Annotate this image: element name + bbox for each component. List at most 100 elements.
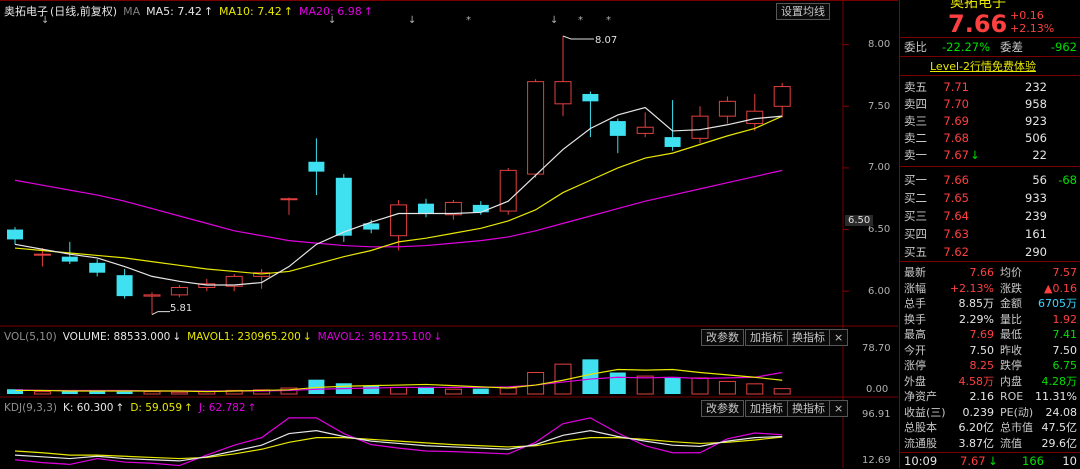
candle-body (33, 253, 51, 256)
buy-level-change: -68 (1058, 173, 1077, 187)
buy-level-row[interactable]: 买三 7.64 239 (900, 208, 1080, 224)
sell-level-row[interactable]: 卖三 7.69 923 (900, 113, 1080, 129)
stat-value: 4.28万 (1041, 374, 1078, 388)
tick-row: 10:09 7.67 ↓ 166 10 (900, 453, 1080, 469)
kdj-title: KDJ(9,3,3) (4, 402, 57, 414)
kdj-axis-bottom: 12.69 (862, 455, 891, 466)
stat-label: 换手 (904, 312, 926, 326)
event-marker[interactable]: * (578, 15, 583, 26)
event-marker[interactable]: * (606, 15, 611, 26)
sell-level-price: 7.69 (943, 114, 969, 128)
buy-level-price: 7.62 (943, 245, 969, 259)
vol-params-button[interactable]: 改参数 (701, 329, 744, 346)
sell-level-row[interactable]: 卖一 7.67 22 ↓ (900, 147, 1080, 163)
candle-body (609, 121, 626, 136)
stat-value: 7.50 (969, 343, 995, 357)
sell1-arrow: ↓ (970, 148, 980, 162)
period-label: (日线,前复权) (50, 5, 118, 18)
weibi-row: 委比 -22.27% 委差 -962 (900, 39, 1080, 55)
kdj-panel-header: KDJ(9,3,3) K: 60.300 ↑ D: 59.059 ↑ J: 62.782 ↑ (4, 401, 262, 415)
kdj-params-button[interactable]: 改参数 (701, 400, 744, 417)
stat-row: 涨停 8.25 跌停 6.75 (900, 358, 1080, 374)
buy-level-volume: 56 (1032, 173, 1047, 187)
event-marker[interactable]: * (466, 15, 471, 26)
kdj-j-arrow: ↑ (247, 402, 257, 414)
sell-level-row[interactable]: 卖四 7.70 958 (900, 96, 1080, 112)
stat-label: 收益(三) (904, 405, 946, 419)
vol-switch-indicator-button[interactable]: 换指标 (787, 329, 830, 346)
chart-canvas[interactable] (0, 0, 899, 468)
stat-row: 外盘 4.58万 内盘 4.28万 (900, 374, 1080, 390)
kdj-close-button[interactable]: × (829, 400, 849, 417)
kdj-d: D: 59.059 (130, 402, 183, 414)
stat-row: 净资产 2.16 ROE 11.31% (900, 389, 1080, 405)
stat-label: 最低 (1000, 328, 1022, 341)
event-marker[interactable]: ↓ (408, 15, 416, 26)
sell-level-price: 7.70 (943, 97, 969, 111)
sell-level-volume: 232 (1025, 80, 1047, 94)
volume-bar (664, 377, 681, 394)
stat-row: 换手 2.29% 量比 1.92 (900, 312, 1080, 328)
stat-label: 金额 (1000, 297, 1022, 310)
sell-level-row[interactable]: 卖五 7.71 232 (900, 79, 1080, 95)
candle-body (554, 81, 572, 105)
sell-level-price: 7.68 (943, 131, 969, 145)
volume-bar (718, 380, 736, 395)
vol-close-button[interactable]: × (829, 329, 849, 346)
stat-value: 7.69 (969, 328, 995, 341)
candle-body (7, 229, 23, 240)
buy-level-label: 买三 (904, 209, 927, 223)
vol-axis-bottom: 0.00 (866, 384, 889, 395)
sell-level-volume: 958 (1025, 97, 1047, 111)
vol-add-indicator-button[interactable]: 加指标 (745, 329, 788, 346)
stat-value: 8.85万 (958, 297, 995, 310)
event-marker[interactable]: ↓ (41, 15, 49, 26)
volume-bar (33, 391, 51, 395)
stat-value: 11.31% (1035, 390, 1077, 403)
weibi-label: 委比 (904, 40, 927, 54)
buy-level-row[interactable]: 买一 7.66 56 -68 (900, 172, 1080, 188)
level2-link[interactable]: Level-2行情免费体验 (930, 58, 1036, 74)
buy-level-price: 7.66 (943, 173, 969, 187)
volume-bar (472, 388, 489, 394)
quote-change: +0.16 (1010, 9, 1044, 22)
ma-label: MA (123, 5, 141, 18)
buy-level-row[interactable]: 买四 7.63 161 (900, 226, 1080, 242)
buy-level-volume: 161 (1025, 227, 1047, 241)
volume-panel-header: VOL(5,10) VOLUME: 88533.000 ↓ MAVOL1: 23096… (4, 330, 448, 344)
buy-level-row[interactable]: 买五 7.62 290 (900, 244, 1080, 260)
event-marker[interactable]: ↓ (550, 15, 558, 26)
stat-value: 1.92 (1052, 312, 1078, 326)
stat-label: 涨幅 (904, 281, 926, 295)
kdj-add-indicator-button[interactable]: 加指标 (745, 400, 788, 417)
stat-value: 24.08 (1045, 405, 1078, 419)
sell-level-label: 卖四 (904, 97, 927, 111)
stat-value: 0.239 (962, 405, 995, 419)
main-chart-header: 奥拓电子 (日线,前复权) MA MA5: 7.42 ↑ MA10: 7.42 ↑ MA20:… (4, 3, 379, 19)
kdj-switch-indicator-button[interactable]: 换指标 (787, 400, 830, 417)
stat-value: 7.57 (1052, 266, 1078, 279)
buy-level-volume: 290 (1025, 245, 1047, 259)
sell-level-row[interactable]: 卖二 7.68 506 (900, 130, 1080, 146)
candle-body (280, 198, 298, 201)
buy-level-volume: 933 (1025, 191, 1047, 205)
stat-value: 7.66 (969, 266, 995, 279)
sell-level-label: 卖五 (904, 80, 927, 94)
stat-label: ROE (1000, 390, 1024, 403)
price-tick: 7.00 (868, 162, 891, 173)
settings-ma-button[interactable]: 设置均线 (776, 3, 830, 20)
buy-level-row[interactable]: 买二 7.65 933 (900, 190, 1080, 206)
vol-mavol2: MAVOL2: 361215.100 (317, 331, 432, 343)
stat-label: 流通股 (904, 436, 937, 450)
stat-label: 外盘 (904, 374, 926, 388)
sell-level-volume: 923 (1025, 114, 1047, 128)
event-marker[interactable]: ↓ (328, 15, 336, 26)
stat-label: 今开 (904, 343, 926, 357)
stat-row: 总股本 6.20亿 总市值 47.5亿 (900, 420, 1080, 436)
ma5-value: MA5: 7.42 (146, 5, 202, 18)
price-tick: 7.50 (868, 101, 891, 112)
stat-label: 涨停 (904, 359, 926, 372)
kdj-k: K: 60.300 (62, 402, 114, 414)
stat-value: 29.6亿 (1041, 436, 1078, 450)
volume-bar (636, 375, 654, 395)
